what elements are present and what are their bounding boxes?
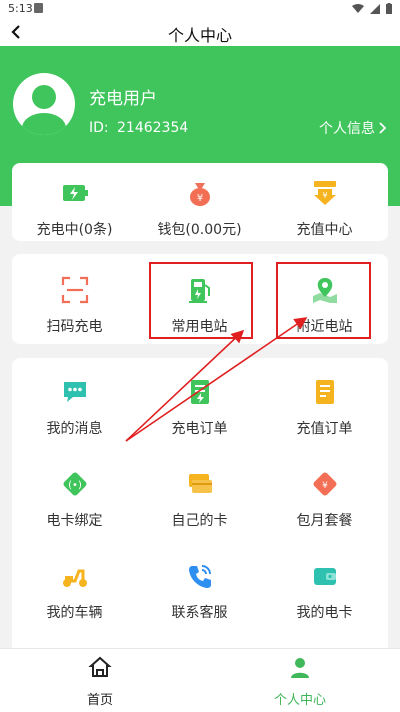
scooter-icon: [62, 569, 87, 587]
user-id-value: 21462354: [117, 120, 189, 136]
summary-card: 充电中(0条) ¥ 钱包(0.00元) ¥ 充值中心: [12, 163, 388, 241]
notification-icon: [34, 3, 43, 13]
chevron-right-icon: [379, 122, 387, 134]
recharge-orders-item[interactable]: 充值订单: [262, 378, 387, 438]
recharge-arrow-icon: ¥: [313, 181, 336, 205]
services-card: 我的消息 充电订单 充值订单 (•) 电卡绑定 自己的卡 ¥ 包月套餐 我的车辆…: [12, 358, 388, 658]
scan-icon: [61, 276, 88, 304]
battery-charging-icon: [62, 185, 88, 201]
my-vehicles-item[interactable]: 我的车辆: [12, 562, 137, 622]
charging-status-item[interactable]: 充电中(0条): [12, 179, 137, 239]
home-icon: [88, 656, 112, 677]
page-title: 个人中心: [167, 26, 232, 45]
svg-text:¥: ¥: [322, 191, 327, 200]
user-name: 充电用户: [89, 89, 157, 109]
user-avatar-icon: [22, 85, 66, 135]
wallet-icon: [313, 568, 336, 585]
own-cards-item[interactable]: 自己的卡: [137, 470, 262, 530]
service-label: 电卡绑定: [46, 513, 103, 529]
bottom-tab-bar: 首页 个人中心: [0, 648, 400, 712]
charge-orders-item[interactable]: 充电订单: [137, 378, 262, 438]
service-label: 充电订单: [171, 421, 228, 437]
messages-item[interactable]: 我的消息: [12, 378, 137, 438]
scan-charge-item[interactable]: 扫码充电: [12, 276, 137, 336]
summary-label: 充值中心: [296, 222, 353, 238]
service-label: 自己的卡: [171, 513, 228, 529]
my-ecard-item[interactable]: 我的电卡: [262, 562, 387, 622]
avatar[interactable]: [13, 73, 75, 135]
profile-info-link[interactable]: 个人信息: [319, 118, 387, 138]
tab-home[interactable]: 首页: [0, 655, 200, 708]
status-bar: 5:13: [0, 0, 400, 18]
signal-icon: [370, 3, 380, 14]
status-icons: [352, 3, 392, 14]
monthly-package-item[interactable]: ¥ 包月套餐: [262, 470, 387, 530]
svg-text:(•): (•): [68, 480, 82, 491]
service-label: 我的车辆: [46, 605, 103, 621]
title-bar: 个人中心: [0, 18, 400, 46]
service-label: 我的消息: [46, 421, 103, 437]
battery-icon: [386, 3, 392, 14]
money-bag-icon: ¥: [189, 183, 210, 206]
recharge-order-icon: [315, 380, 334, 404]
charge-order-icon: [190, 380, 209, 404]
cards-icon: [188, 474, 212, 493]
tab-personal-center[interactable]: 个人中心: [200, 655, 400, 708]
message-icon: [63, 382, 86, 402]
card-bind-icon: (•): [63, 472, 86, 496]
highlight-box-favorite-stations: [149, 262, 253, 339]
wifi-icon: [352, 3, 364, 13]
service-label: 包月套餐: [296, 513, 353, 529]
card-binding-item[interactable]: (•) 电卡绑定: [12, 470, 137, 530]
service-label: 联系客服: [171, 605, 228, 621]
svg-text:¥: ¥: [196, 193, 202, 204]
summary-label: 钱包(0.00元): [157, 222, 242, 238]
phone-icon: [188, 565, 211, 588]
customer-service-item[interactable]: 联系客服: [137, 562, 262, 622]
svg-text:¥: ¥: [322, 481, 328, 491]
monthly-package-icon: ¥: [313, 472, 336, 496]
service-label: 充值订单: [296, 421, 353, 437]
person-icon: [291, 658, 309, 678]
service-label: 我的电卡: [296, 605, 353, 621]
user-id-label: ID:: [89, 120, 109, 136]
quick-action-label: 扫码充电: [46, 319, 103, 335]
profile-info-label: 个人信息: [319, 121, 375, 137]
tab-label: 个人中心: [273, 693, 326, 708]
highlight-box-nearby-stations: [276, 262, 371, 339]
wallet-item[interactable]: ¥ 钱包(0.00元): [137, 179, 262, 239]
tab-label: 首页: [86, 693, 113, 708]
status-time: 5:13: [8, 2, 33, 15]
summary-label: 充电中(0条): [36, 222, 113, 238]
recharge-center-item[interactable]: ¥ 充值中心: [262, 179, 387, 239]
